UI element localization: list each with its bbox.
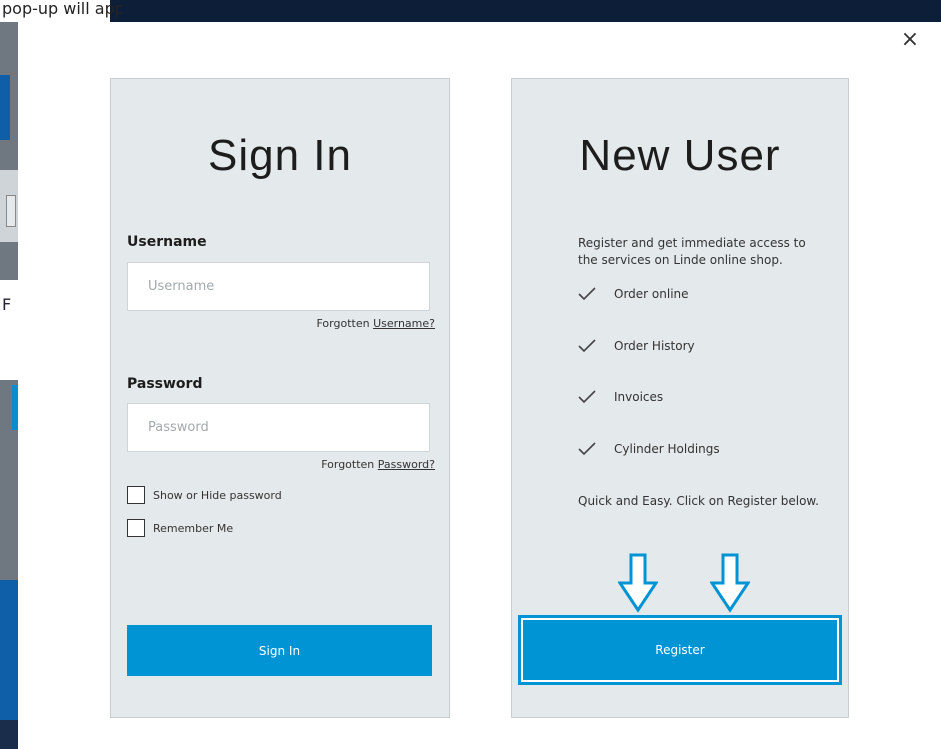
remember-me-row: Remember Me <box>127 518 233 538</box>
background-top-text: pop-up will appear for Sign-in <box>2 0 122 18</box>
checkmark-icon <box>578 442 596 456</box>
newuser-panel: New User Register and get immediate acce… <box>511 78 849 718</box>
background-dark-block <box>0 580 18 720</box>
background-input-box <box>6 195 16 227</box>
background-top-bar <box>0 0 941 22</box>
register-button[interactable]: Register <box>523 620 837 680</box>
quick-easy-text: Quick and Easy. Click on Register below. <box>578 494 819 508</box>
signin-button[interactable]: Sign In <box>127 625 432 676</box>
username-input[interactable] <box>127 262 430 311</box>
checkmark-icon <box>578 287 596 301</box>
forgot-password: Forgotten Password? <box>321 458 435 471</box>
newuser-description: Register and get immediate access to the… <box>578 236 806 267</box>
signin-title: Sign In <box>208 131 352 180</box>
benefit-item: Cylinder Holdings <box>578 439 720 459</box>
password-label: Password <box>127 376 203 392</box>
forgot-username: Forgotten Username? <box>317 317 436 330</box>
register-highlight: Register <box>518 615 842 685</box>
forgot-username-link[interactable]: Username? <box>373 317 435 330</box>
close-icon[interactable]: × <box>898 28 922 52</box>
password-input[interactable] <box>127 403 430 452</box>
remember-me-label: Remember Me <box>153 521 234 535</box>
benefit-item: Order History <box>578 336 695 356</box>
show-hide-password-row: Show or Hide password <box>127 485 282 505</box>
benefit-item: Order online <box>578 284 689 304</box>
background-bottom-block <box>0 720 18 749</box>
remember-me-checkbox[interactable] <box>127 519 145 537</box>
arrow-down-icon <box>618 553 658 613</box>
checkmark-icon <box>578 390 596 404</box>
checkmark-icon <box>578 339 596 353</box>
arrow-down-icon <box>710 553 750 613</box>
login-modal: × Sign In Username Forgotten Username? P… <box>18 22 941 749</box>
show-hide-password-label: Show or Hide password <box>153 488 282 502</box>
signin-panel: Sign In Username Forgotten Username? Pas… <box>110 78 450 718</box>
forgot-username-prefix: Forgotten <box>316 317 370 330</box>
benefit-label: Cylinder Holdings <box>614 442 720 456</box>
benefit-label: Order History <box>614 339 695 353</box>
benefit-item: Invoices <box>578 387 663 407</box>
benefit-label: Order online <box>614 287 689 301</box>
forgot-password-link[interactable]: Password? <box>378 458 435 471</box>
newuser-title: New User <box>579 131 781 180</box>
forgot-password-prefix: Forgotten <box>321 458 375 471</box>
background-letter: F <box>2 295 12 314</box>
background-blue-block <box>0 75 10 140</box>
show-hide-password-checkbox[interactable] <box>127 486 145 504</box>
username-label: Username <box>127 234 207 250</box>
benefit-label: Invoices <box>614 390 664 404</box>
